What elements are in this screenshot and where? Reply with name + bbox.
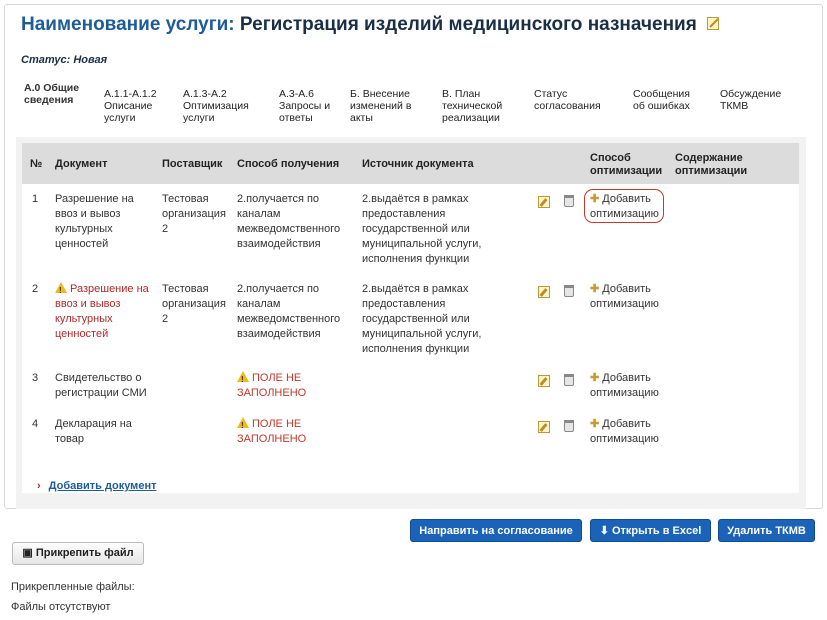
edit-title-icon[interactable] (707, 14, 720, 36)
tab-discussion[interactable]: Обсуждение ТКМВ (720, 88, 796, 112)
plus-icon: ✚ (590, 418, 600, 430)
edit-icon[interactable] (538, 421, 550, 433)
edit-icon[interactable] (538, 196, 550, 208)
chevron-right-icon: › (37, 480, 41, 492)
warning-icon (237, 371, 249, 387)
row-supplier: Тестовая организация 2 (162, 193, 226, 235)
status-line: Статус: Новая (21, 54, 107, 66)
add-optimization-link[interactable]: ✚ Добавить оптимизацию (590, 371, 660, 401)
table-header: № Документ Поставщик Способ получения Ис… (22, 143, 799, 184)
col-opt-method: Способ оптимизации (590, 152, 663, 177)
edit-icon[interactable] (538, 375, 550, 387)
page-title: Наименование услуги: Регистрация изделий… (21, 14, 720, 36)
row-supplier: Тестовая организация 2 (162, 283, 226, 325)
no-files-text: Файлы отсутствуют (11, 601, 111, 613)
col-opt-content: Содержание оптимизации (675, 152, 748, 177)
trash-icon[interactable] (564, 374, 574, 386)
delete-tkmv-button[interactable]: Удалить ТКМВ (718, 519, 815, 542)
tab-requests[interactable]: А.3-А.6 Запросы и ответы (279, 88, 335, 124)
download-icon: ⬇ (599, 525, 609, 537)
col-document: Документ (55, 158, 108, 170)
title-value: Регистрация изделий медицинского назначе… (239, 14, 697, 36)
row-num: 3 (32, 372, 39, 384)
col-method: Способ получения (237, 158, 340, 170)
table-body: 1 Разрешение на ввоз и вывоз культурных … (22, 184, 799, 493)
tab-changes[interactable]: Б. Внесение изменений в акты (350, 88, 424, 124)
documents-table: № Документ Поставщик Способ получения Ис… (16, 137, 806, 509)
tab-error-messages[interactable]: Сообщения об ошибках (633, 88, 703, 112)
row-method: 2.получается по каналам межведомственног… (237, 193, 341, 250)
row-method: 2.получается по каналам межведомственног… (237, 283, 341, 340)
status-value: Новая (73, 54, 108, 66)
title-key: Наименование услуги: (21, 14, 235, 36)
tab-general[interactable]: А.0 Общие сведения (24, 82, 86, 106)
row-num: 2 (32, 283, 39, 295)
tab-bar: А.0 Общие сведения А.1.1-А.1.2 Описание … (16, 80, 806, 130)
trash-icon[interactable] (564, 195, 574, 207)
col-num: № (30, 158, 43, 170)
warning-icon (237, 417, 249, 433)
send-for-approval-button[interactable]: Направить на согласование (410, 519, 582, 542)
row-source: 2.выдаётся в рамках предоставления госуд… (362, 193, 482, 265)
row-document: Разрешение на ввоз и вывоз культурных це… (55, 282, 160, 342)
tab-approval-status[interactable]: Статус согласования (534, 88, 612, 112)
row-method-empty: ПОЛЕ НЕ ЗАПОЛНЕНО (237, 371, 327, 401)
col-supplier: Поставщик (162, 158, 223, 170)
attached-files-label: Прикрепленные файлы: (11, 581, 135, 593)
tab-description[interactable]: А.1.1-А.1.2 Описание услуги (104, 88, 166, 124)
row-document: Разрешение на ввоз и вывоз культурных це… (55, 193, 134, 250)
status-label: Статус: (21, 54, 71, 66)
row-document: Декларация на товар (55, 418, 132, 445)
tab-optimization[interactable]: А.1.3-А.2 Оптимизация услуги (183, 88, 261, 124)
trash-icon[interactable] (564, 285, 574, 297)
add-optimization-link[interactable]: ✚ Добавить оптимизацию (590, 282, 660, 312)
add-optimization-link[interactable]: ✚ Добавить оптимизацию (590, 192, 660, 222)
col-source: Источник документа (362, 158, 474, 170)
row-source: 2.выдаётся в рамках предоставления госуд… (362, 283, 482, 355)
warning-icon (55, 282, 67, 298)
add-optimization-link[interactable]: ✚ Добавить оптимизацию (590, 417, 660, 447)
open-excel-button[interactable]: ⬇ Открыть в Excel (590, 519, 711, 542)
plus-icon: ✚ (590, 193, 600, 205)
attach-file-button[interactable]: ▣ Прикрепить файл (12, 542, 144, 565)
row-document: Свидетельство о регистрации СМИ (55, 372, 147, 399)
add-document-link[interactable]: › Добавить документ (37, 480, 156, 492)
plus-icon: ✚ (590, 283, 600, 295)
row-num: 4 (32, 418, 39, 430)
trash-icon[interactable] (564, 420, 574, 432)
tab-plan[interactable]: В. План технической реализации (442, 88, 518, 124)
plus-icon: ✚ (590, 372, 600, 384)
row-num: 1 (32, 193, 39, 205)
attach-icon: ▣ (22, 547, 33, 559)
row-method-empty: ПОЛЕ НЕ ЗАПОЛНЕНО (237, 417, 327, 447)
edit-icon[interactable] (538, 286, 550, 298)
